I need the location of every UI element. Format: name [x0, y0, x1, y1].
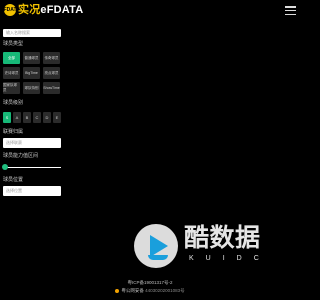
logo-cn-text: 实况 [18, 4, 41, 16]
app-header: EFDATA 实况eFDATA [0, 0, 300, 22]
league-label: 联赛归属 [3, 129, 24, 135]
chip-legend[interactable]: 传奇球员 [43, 52, 60, 64]
rarity-e[interactable]: E [53, 112, 61, 123]
search-input[interactable]: 输入名称搜索 [3, 29, 61, 37]
police-label: 粤公网安备 [121, 288, 144, 293]
site-logo-text[interactable]: 实况eFDATA [18, 2, 83, 18]
slider-track [3, 166, 61, 168]
rarity-c[interactable]: C [33, 112, 41, 123]
position-select[interactable]: 选择位置 [3, 186, 61, 196]
watermark-title: 酷数据 [184, 224, 261, 252]
play-base-icon [148, 255, 168, 260]
ability-range-label: 球员能力值区间 [3, 153, 39, 159]
rarity-b[interactable]: B [23, 112, 31, 123]
player-type-label: 球员类型 [3, 41, 24, 47]
police-badge-icon [115, 288, 120, 293]
slider-knob[interactable] [2, 164, 8, 170]
rarity-s[interactable]: S [3, 112, 11, 123]
logo-en-text: eFDATA [40, 4, 84, 16]
chip-showtime[interactable]: ShowTime [43, 82, 60, 94]
league-select[interactable]: 选择联赛 [3, 138, 61, 148]
site-logo-badge[interactable]: EFDATA [0, 4, 20, 16]
chip-club-special[interactable]: 球队特别 [23, 82, 40, 94]
police-record[interactable]: 粤公网安备 44030202001083号 [0, 288, 300, 294]
rarity-d[interactable]: D [43, 112, 51, 123]
rarity-a[interactable]: A [13, 112, 21, 123]
police-number: 44030202001083号 [145, 288, 185, 293]
player-type-chips: 全部 普通球员 传奇球员 史诗球员 BigTime 亮点球员 国家队球员 球队特… [3, 52, 60, 94]
chip-normal[interactable]: 普通球员 [23, 52, 40, 64]
watermark-logo: 酷数据 KUIDC [134, 224, 282, 268]
watermark-subtitle: KUIDC [189, 255, 271, 262]
chip-national[interactable]: 国家队球员 [3, 82, 20, 94]
position-label: 球员位置 [3, 177, 24, 183]
chip-epic[interactable]: 史诗球员 [3, 67, 20, 79]
chip-highlight[interactable]: 亮点球员 [43, 67, 60, 79]
chip-bigtime[interactable]: BigTime [23, 67, 40, 79]
player-rarity-label: 球员级别 [3, 100, 24, 106]
hamburger-menu-icon[interactable] [285, 6, 296, 16]
icp-link[interactable]: 粤ICP备19001317号-2 [0, 280, 300, 286]
rarity-letter-group: S A B C D E [3, 112, 61, 123]
ability-range-slider[interactable] [2, 164, 61, 170]
play-icon [150, 235, 168, 257]
chip-all[interactable]: 全部 [3, 52, 20, 64]
